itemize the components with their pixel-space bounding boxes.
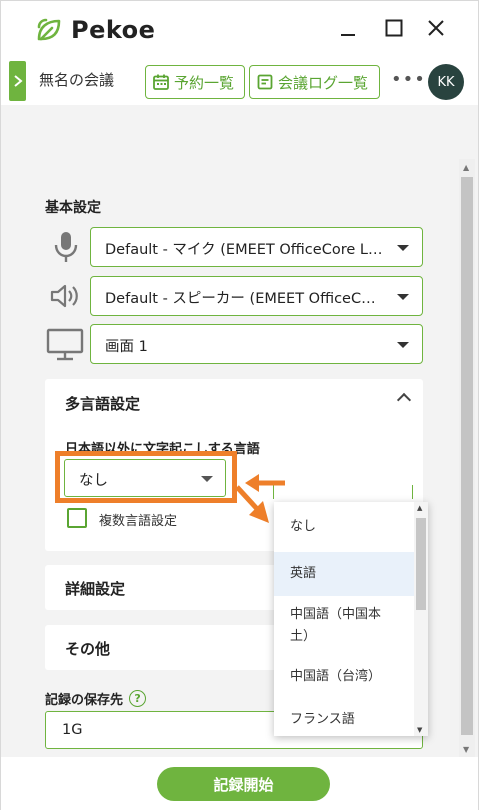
title-bar: Pekoe bbox=[1, 1, 478, 55]
document-icon bbox=[257, 74, 273, 90]
screen-select[interactable]: 画面 1 bbox=[90, 324, 423, 364]
second-language-select[interactable] bbox=[273, 485, 413, 499]
scroll-down-arrow-icon[interactable]: ▼ bbox=[463, 745, 469, 754]
meeting-log-button[interactable]: 会議ログ一覧 bbox=[249, 65, 380, 99]
option-label-line1: 中国語（中国本 bbox=[290, 607, 382, 622]
multi-language-checkbox-label: 複数言語設定 bbox=[99, 514, 178, 529]
microphone-value: Default - マイク (EMEET OfficeCore L… bbox=[105, 242, 383, 258]
dropdown-scroll-thumb[interactable] bbox=[416, 518, 426, 610]
meeting-log-label: 会議ログ一覧 bbox=[278, 73, 369, 92]
multilang-title: 多言語設定 bbox=[65, 395, 141, 413]
speaker-value: Default - スピーカー (EMEET OfficeC… bbox=[105, 291, 376, 307]
toolbar: 無名の会議 予約一覧 会議ログ一覧 ••• bbox=[1, 55, 478, 105]
scrollbar[interactable]: ▲ ▼ bbox=[459, 159, 475, 757]
reservation-list-button[interactable]: 予約一覧 bbox=[145, 65, 245, 99]
option-label: 英語 bbox=[290, 566, 317, 581]
microphone-icon bbox=[54, 232, 78, 262]
option-label: なし bbox=[290, 519, 317, 534]
screen-value: 画面 1 bbox=[105, 339, 148, 355]
reservation-list-label: 予約一覧 bbox=[174, 73, 235, 92]
minimize-icon bbox=[341, 34, 355, 36]
more-options-button[interactable]: ••• bbox=[391, 69, 426, 90]
annotation-arrow-down-right-icon bbox=[235, 485, 269, 523]
option-label-line2: 土） bbox=[290, 629, 317, 644]
close-button[interactable] bbox=[421, 13, 451, 43]
speaker-select[interactable]: Default - スピーカー (EMEET OfficeC… bbox=[90, 276, 423, 316]
minimize-button[interactable] bbox=[333, 13, 363, 43]
app-window: Pekoe 無名の会議 予約一覧 会議ログ一覧 ••• KK ▲ ▼ 基本設定 … bbox=[0, 0, 479, 810]
scroll-up-arrow-icon[interactable]: ▲ bbox=[417, 504, 422, 512]
sidebar-toggle-button[interactable] bbox=[9, 61, 26, 101]
chevron-right-icon bbox=[13, 75, 23, 87]
start-recording-button[interactable]: 記録開始 bbox=[157, 767, 330, 801]
chevron-down-icon bbox=[397, 245, 409, 251]
save-location-value: 1G bbox=[62, 722, 83, 738]
dropdown-option-chinese-mainland[interactable]: 中国語（中国本 土） bbox=[274, 604, 414, 648]
annotation-highlight-box bbox=[55, 451, 237, 503]
dropdown-option-none[interactable]: なし bbox=[274, 516, 414, 538]
avatar[interactable]: KK bbox=[428, 64, 464, 100]
dropdown-option-chinese-taiwan[interactable]: 中国語（台湾） bbox=[274, 666, 414, 688]
scroll-up-arrow-icon[interactable]: ▲ bbox=[463, 163, 469, 172]
app-logo: Pekoe bbox=[35, 15, 155, 45]
dropdown-option-english[interactable]: 英語 bbox=[274, 552, 414, 596]
detail-settings-title: 詳細設定 bbox=[65, 580, 126, 598]
maximize-icon bbox=[385, 19, 403, 37]
chevron-up-icon[interactable] bbox=[396, 392, 412, 408]
leaf-logo-icon bbox=[37, 18, 61, 41]
chevron-down-icon bbox=[397, 342, 409, 348]
multi-language-checkbox[interactable] bbox=[67, 508, 87, 528]
basic-settings-title: 基本設定 bbox=[45, 200, 101, 216]
scroll-thumb[interactable] bbox=[461, 177, 473, 735]
dropdown-option-french[interactable]: フランス語 bbox=[274, 709, 414, 731]
option-label: 中国語（台湾） bbox=[290, 669, 382, 684]
meeting-name[interactable]: 無名の会議 bbox=[39, 69, 114, 90]
dropdown-scrollbar[interactable]: ▲ ▼ bbox=[414, 502, 428, 736]
calendar-icon bbox=[153, 74, 169, 90]
scroll-down-arrow-icon[interactable]: ▼ bbox=[417, 726, 422, 734]
monitor-icon bbox=[46, 328, 84, 361]
help-icon[interactable]: ? bbox=[129, 690, 147, 707]
chevron-down-icon bbox=[397, 294, 409, 300]
bottom-bar: 記録開始 bbox=[1, 757, 478, 810]
save-location-text: 記録の保存先 bbox=[45, 693, 124, 708]
option-label: フランス語 bbox=[290, 712, 355, 727]
microphone-select[interactable]: Default - マイク (EMEET OfficeCore L… bbox=[90, 227, 423, 267]
other-settings-title: その他 bbox=[65, 640, 111, 658]
speaker-icon bbox=[50, 284, 78, 308]
maximize-button[interactable] bbox=[379, 13, 409, 43]
language-dropdown-list: なし 英語 中国語（中国本 土） 中国語（台湾） フランス語 ▲ ▼ bbox=[274, 502, 428, 736]
close-icon bbox=[428, 20, 444, 36]
save-location-label: 記録の保存先 ? bbox=[45, 689, 147, 708]
app-name: Pekoe bbox=[71, 16, 156, 44]
